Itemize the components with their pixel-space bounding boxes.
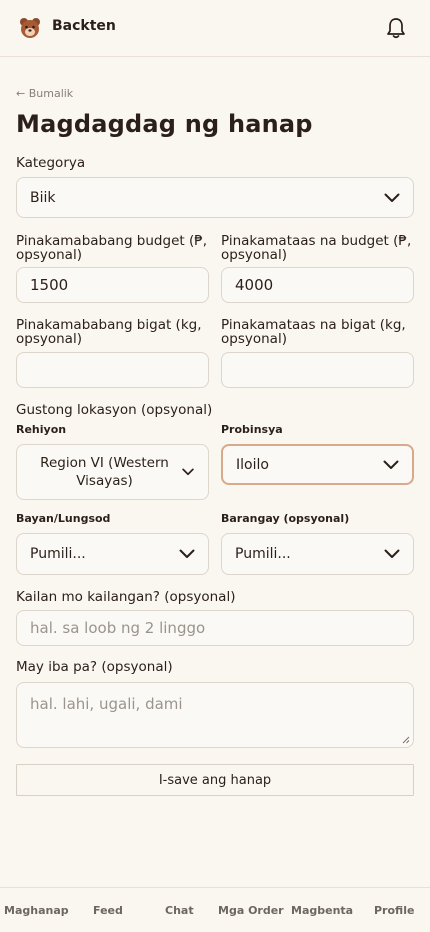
- notes-textarea[interactable]: hal. lahi, ugali, dami: [16, 682, 414, 748]
- top-bar: Backten: [0, 0, 430, 57]
- max-budget-label: Pinakamataas na budget (₱, opsyonal): [221, 233, 412, 263]
- notes-placeholder: hal. lahi, ugali, dami: [30, 695, 183, 713]
- when-needed-label: Kailan mo kailangan? (opsyonal): [16, 589, 236, 605]
- max-budget-input[interactable]: 4000: [221, 267, 414, 303]
- bear-face-icon: [20, 18, 40, 38]
- back-link[interactable]: ← Bumalik: [16, 87, 73, 100]
- barangay-label: Barangay (opsyonal): [221, 512, 350, 525]
- min-budget-label: Pinakamababang budget (₱, opsyonal): [16, 233, 208, 263]
- chevron-down-icon: [384, 193, 400, 202]
- max-weight-input[interactable]: [221, 352, 414, 388]
- category-select[interactable]: Biik: [16, 177, 414, 218]
- nav-item-maghanap[interactable]: Maghanap: [4, 904, 69, 917]
- city-value: Pumili...: [30, 546, 86, 562]
- province-label: Probinsya: [221, 423, 283, 436]
- notes-label: May iba pa? (opsyonal): [16, 659, 173, 675]
- resize-handle-icon[interactable]: [402, 736, 410, 744]
- province-value: Iloilo: [236, 456, 269, 473]
- nav-item-chat[interactable]: Chat: [165, 904, 194, 917]
- chevron-down-icon: [182, 468, 194, 476]
- min-weight-input[interactable]: [16, 352, 209, 388]
- chevron-down-icon: [383, 460, 399, 469]
- max-weight-label: Pinakamataas na bigat (kg, opsyonal): [221, 317, 406, 347]
- min-weight-label: Pinakamababang bigat (kg, opsyonal): [16, 317, 202, 347]
- region-select[interactable]: Region VI (Western Visayas): [16, 444, 209, 500]
- when-needed-placeholder: hal. sa loob ng 2 linggo: [30, 619, 206, 637]
- bell-icon[interactable]: [386, 17, 406, 39]
- brand-name[interactable]: Backten: [52, 18, 116, 34]
- page-title: Magdagdag ng hanap: [16, 110, 313, 138]
- region-value: Region VI (Western Visayas): [40, 455, 169, 489]
- bottom-nav: Maghanap Feed Chat Mga Order Magbenta Pr…: [0, 887, 430, 932]
- save-search-button[interactable]: I-save ang hanap: [16, 764, 414, 796]
- location-label: Gustong lokasyon (opsyonal): [16, 402, 213, 418]
- city-select[interactable]: Pumili...: [16, 533, 209, 575]
- category-value: Biik: [30, 189, 56, 206]
- when-needed-input[interactable]: hal. sa loob ng 2 linggo: [16, 610, 414, 646]
- nav-item-mga-order[interactable]: Mga Order: [218, 904, 284, 917]
- nav-item-magbenta[interactable]: Magbenta: [291, 904, 353, 917]
- province-select[interactable]: Iloilo: [221, 444, 414, 485]
- chevron-down-icon: [384, 549, 400, 558]
- region-label: Rehiyon: [16, 423, 67, 436]
- min-budget-input[interactable]: 1500: [16, 267, 209, 303]
- category-label: Kategorya: [16, 155, 86, 171]
- nav-item-feed[interactable]: Feed: [93, 904, 123, 917]
- nav-item-profile[interactable]: Profile: [374, 904, 414, 917]
- barangay-select[interactable]: Pumili...: [221, 533, 414, 575]
- barangay-value: Pumili...: [235, 546, 291, 562]
- city-label: Bayan/Lungsod: [16, 512, 111, 525]
- chevron-down-icon: [179, 549, 195, 558]
